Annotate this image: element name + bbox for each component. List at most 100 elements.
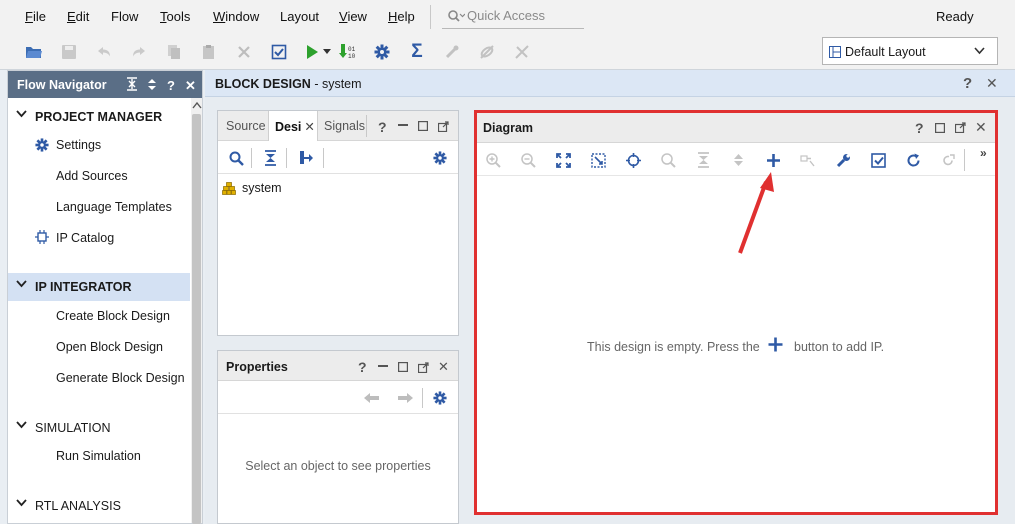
back-arrow-icon[interactable] bbox=[364, 392, 379, 404]
chevron-down-icon bbox=[974, 47, 985, 55]
nav-item-open-block-design[interactable]: Open Block Design bbox=[56, 340, 163, 354]
diagram-title-bar: Diagram ? ✕ bbox=[477, 113, 995, 143]
close-icon[interactable]: ✕ bbox=[185, 78, 196, 94]
validate-icon[interactable] bbox=[869, 151, 887, 169]
settings-gear-icon[interactable] bbox=[433, 151, 447, 165]
collapse-all-icon[interactable] bbox=[264, 150, 277, 166]
minimize-icon[interactable] bbox=[378, 365, 388, 369]
nav-scrollbar-thumb[interactable] bbox=[192, 114, 201, 524]
help-icon[interactable]: ? bbox=[378, 119, 387, 135]
nav-section-simulation[interactable]: SIMULATION bbox=[8, 414, 190, 442]
zoom-in-icon[interactable] bbox=[484, 151, 502, 169]
main-toolbar: 01 10 Σ Default Layout bbox=[0, 34, 1015, 70]
help-icon[interactable]: ? bbox=[358, 359, 367, 375]
settings-gear-icon[interactable] bbox=[433, 391, 447, 405]
disabled-tool1-icon[interactable] bbox=[442, 42, 462, 62]
maximize-icon[interactable] bbox=[418, 121, 428, 131]
maximize-icon[interactable] bbox=[935, 123, 945, 133]
layout-icon bbox=[829, 46, 841, 58]
wrench-icon[interactable] bbox=[834, 151, 852, 169]
undo-icon[interactable] bbox=[94, 42, 114, 62]
overflow-chevron-icon[interactable]: » bbox=[980, 146, 987, 160]
regenerate-layout-icon[interactable] bbox=[939, 151, 957, 169]
save-icon[interactable] bbox=[59, 42, 79, 62]
menu-edit[interactable]: Edit bbox=[67, 9, 89, 24]
nav-section-rtl-analysis[interactable]: RTL ANALYSIS bbox=[8, 492, 190, 520]
menu-help[interactable]: Help bbox=[388, 9, 415, 24]
zoom-fit-icon[interactable] bbox=[554, 151, 572, 169]
nav-item-run-simulation[interactable]: Run Simulation bbox=[56, 449, 141, 463]
expand-all-icon[interactable] bbox=[147, 78, 157, 91]
float-icon[interactable] bbox=[418, 362, 429, 373]
forward-arrow-icon[interactable] bbox=[398, 392, 413, 404]
hierarchy-icon[interactable] bbox=[299, 150, 313, 165]
disabled-tool3-icon[interactable] bbox=[512, 42, 532, 62]
expand-all-icon[interactable] bbox=[729, 151, 747, 169]
float-icon[interactable] bbox=[438, 121, 449, 132]
paste-icon[interactable] bbox=[199, 42, 219, 62]
properties-panel: Properties ? ✕ Select an object to see p… bbox=[217, 350, 459, 524]
help-icon[interactable]: ? bbox=[963, 75, 972, 92]
add-ip-plus-icon[interactable] bbox=[764, 151, 782, 169]
tree-item-label: system bbox=[242, 181, 282, 195]
close-icon[interactable]: ✕ bbox=[986, 75, 998, 92]
separator bbox=[323, 148, 324, 168]
close-icon[interactable]: ✕ bbox=[304, 120, 314, 134]
nav-item-generate-block-design[interactable]: Generate Block Design bbox=[56, 371, 185, 385]
chevron-down-icon[interactable] bbox=[16, 421, 27, 429]
tab-signals[interactable]: Signals bbox=[324, 111, 365, 141]
collapse-all-icon[interactable] bbox=[694, 151, 712, 169]
program-device-icon[interactable]: 01 10 bbox=[337, 42, 357, 62]
help-icon[interactable]: ? bbox=[167, 78, 175, 93]
menu-file[interactable]: File bbox=[25, 9, 46, 24]
layout-select[interactable]: Default Layout bbox=[822, 37, 998, 65]
nav-item-add-sources[interactable]: Add Sources bbox=[56, 169, 128, 183]
disabled-tool2-icon[interactable] bbox=[477, 42, 497, 62]
redo-icon[interactable] bbox=[129, 42, 149, 62]
make-connection-icon[interactable] bbox=[799, 151, 817, 169]
menu-flow[interactable]: Flow bbox=[111, 9, 138, 24]
nav-item-settings[interactable]: Settings bbox=[56, 138, 101, 152]
run-dropdown-icon[interactable] bbox=[322, 42, 332, 62]
search-icon[interactable] bbox=[229, 151, 244, 166]
zoom-out-icon[interactable] bbox=[519, 151, 537, 169]
chevron-down-icon[interactable] bbox=[16, 499, 27, 507]
help-icon[interactable]: ? bbox=[915, 120, 924, 136]
delete-icon[interactable] bbox=[234, 42, 254, 62]
chevron-down-icon[interactable] bbox=[16, 280, 27, 288]
menu-window[interactable]: Window bbox=[213, 9, 259, 24]
gear-icon bbox=[35, 138, 49, 152]
open-folder-icon[interactable] bbox=[24, 42, 44, 62]
refresh-icon[interactable] bbox=[904, 151, 922, 169]
nav-scrollbar[interactable] bbox=[191, 98, 202, 524]
plus-icon bbox=[767, 336, 784, 353]
copy-icon[interactable] bbox=[164, 42, 184, 62]
menu-tools[interactable]: Tools bbox=[160, 9, 190, 24]
float-icon[interactable] bbox=[955, 122, 966, 133]
quick-access-input[interactable]: Quick Access bbox=[442, 3, 584, 29]
menu-layout[interactable]: Layout bbox=[280, 9, 319, 24]
minimize-icon[interactable] bbox=[398, 124, 408, 128]
maximize-icon[interactable] bbox=[398, 362, 408, 372]
checkbox-icon[interactable] bbox=[269, 42, 289, 62]
menu-view[interactable]: View bbox=[339, 9, 367, 24]
tab-sources[interactable]: Source bbox=[226, 111, 266, 141]
center-icon[interactable] bbox=[624, 151, 642, 169]
close-icon[interactable]: ✕ bbox=[438, 359, 449, 375]
search-icon[interactable] bbox=[659, 151, 677, 169]
nav-section-project-manager[interactable]: PROJECT MANAGER bbox=[8, 103, 190, 131]
nav-item-ip-catalog[interactable]: IP Catalog bbox=[56, 231, 114, 245]
collapse-all-icon[interactable] bbox=[126, 77, 138, 91]
settings-gear-icon[interactable] bbox=[372, 42, 392, 62]
run-icon[interactable] bbox=[302, 42, 322, 62]
sigma-icon[interactable]: Σ bbox=[407, 41, 427, 62]
chevron-down-icon[interactable] bbox=[16, 110, 27, 118]
flow-navigator: Flow Navigator ? ✕ PROJECT MANAGER Setti… bbox=[7, 70, 203, 524]
nav-section-ip-integrator[interactable]: IP INTEGRATOR bbox=[8, 273, 190, 301]
nav-item-create-block-design[interactable]: Create Block Design bbox=[56, 309, 170, 323]
zoom-area-icon[interactable] bbox=[589, 151, 607, 169]
tab-design[interactable]: Desi ✕ bbox=[268, 111, 318, 141]
nav-item-language-templates[interactable]: Language Templates bbox=[56, 200, 172, 214]
close-icon[interactable]: ✕ bbox=[975, 119, 987, 136]
separator bbox=[422, 388, 423, 408]
